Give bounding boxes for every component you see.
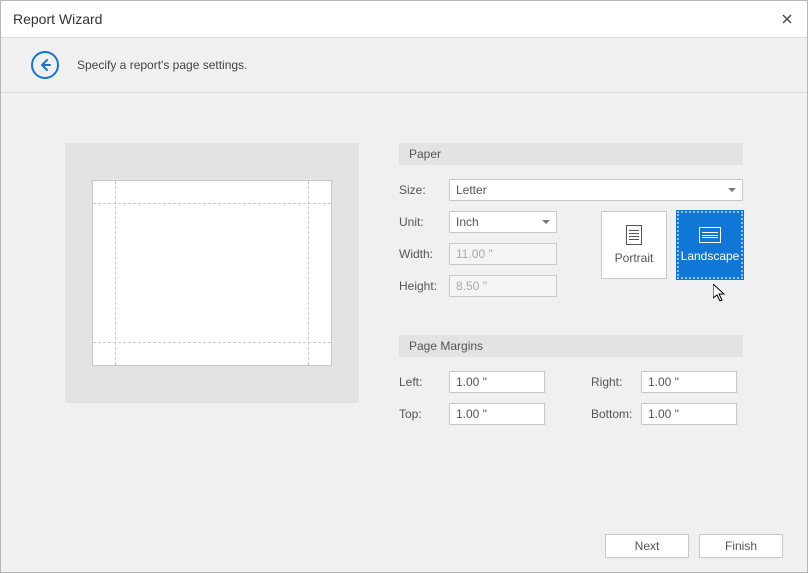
portrait-button[interactable]: Portrait bbox=[601, 211, 667, 279]
paper-section: Paper Size: Letter Unit: Inch bbox=[399, 143, 743, 307]
page-preview bbox=[65, 143, 359, 403]
portrait-icon bbox=[626, 225, 642, 245]
top-margin-input[interactable]: 1.00 " bbox=[449, 403, 545, 425]
size-label: Size: bbox=[399, 183, 449, 197]
page-subtitle: Specify a report's page settings. bbox=[77, 58, 247, 72]
left-margin-value: 1.00 " bbox=[456, 375, 487, 389]
orientation-group: Portrait Landscape bbox=[601, 211, 743, 279]
portrait-label: Portrait bbox=[615, 251, 654, 265]
width-input[interactable]: 11.00 " bbox=[449, 243, 557, 265]
footer: Next Finish bbox=[1, 520, 807, 572]
close-icon bbox=[782, 14, 792, 24]
close-button[interactable] bbox=[775, 7, 799, 31]
right-margin-value: 1.00 " bbox=[648, 375, 679, 389]
height-value: 8.50 " bbox=[456, 279, 487, 293]
top-margin-value: 1.00 " bbox=[456, 407, 487, 421]
next-button[interactable]: Next bbox=[605, 534, 689, 558]
subheader: Specify a report's page settings. bbox=[1, 37, 807, 93]
bottom-label: Bottom: bbox=[591, 407, 641, 421]
window-title: Report Wizard bbox=[13, 11, 102, 27]
size-value: Letter bbox=[456, 183, 487, 197]
back-button[interactable] bbox=[31, 51, 59, 79]
height-input[interactable]: 8.50 " bbox=[449, 275, 557, 297]
right-margin-input[interactable]: 1.00 " bbox=[641, 371, 737, 393]
landscape-button[interactable]: Landscape bbox=[677, 211, 743, 279]
page-preview-sheet bbox=[92, 180, 332, 366]
top-label: Top: bbox=[399, 407, 449, 421]
content-area: Paper Size: Letter Unit: Inch bbox=[1, 93, 807, 520]
left-margin-input[interactable]: 1.00 " bbox=[449, 371, 545, 393]
height-label: Height: bbox=[399, 279, 449, 293]
landscape-icon bbox=[699, 227, 721, 243]
size-dropdown[interactable]: Letter bbox=[449, 179, 743, 201]
width-value: 11.00 " bbox=[456, 247, 493, 261]
unit-value: Inch bbox=[456, 215, 479, 229]
landscape-label: Landscape bbox=[681, 249, 740, 263]
finish-button[interactable]: Finish bbox=[699, 534, 783, 558]
bottom-margin-input[interactable]: 1.00 " bbox=[641, 403, 737, 425]
report-wizard-window: Report Wizard Specify a report's page se… bbox=[0, 0, 808, 573]
width-label: Width: bbox=[399, 247, 449, 261]
right-label: Right: bbox=[591, 375, 641, 389]
paper-section-header: Paper bbox=[399, 143, 743, 165]
unit-label: Unit: bbox=[399, 215, 449, 229]
left-label: Left: bbox=[399, 375, 449, 389]
unit-dropdown[interactable]: Inch bbox=[449, 211, 557, 233]
arrow-left-icon bbox=[38, 58, 52, 72]
margins-section-header: Page Margins bbox=[399, 335, 743, 357]
titlebar: Report Wizard bbox=[1, 1, 807, 37]
bottom-margin-value: 1.00 " bbox=[648, 407, 679, 421]
settings-panel: Paper Size: Letter Unit: Inch bbox=[399, 143, 743, 520]
chevron-down-icon bbox=[542, 220, 550, 224]
margins-section: Page Margins Left: 1.00 " Right: 1.00 " bbox=[399, 335, 743, 425]
chevron-down-icon bbox=[728, 188, 736, 192]
